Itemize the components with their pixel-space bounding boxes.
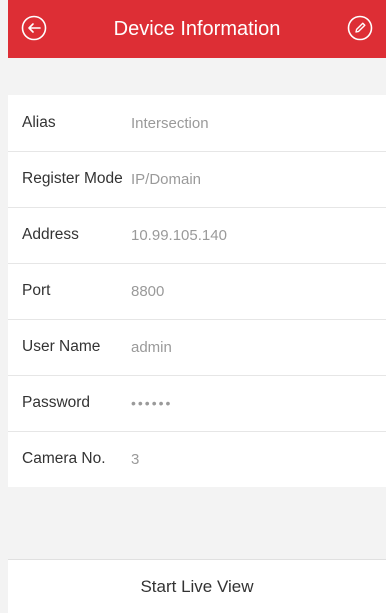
field-row-camera-no[interactable]: Camera No. 3: [8, 431, 386, 487]
field-label: User Name: [22, 338, 101, 355]
start-live-view-label: Start Live View: [140, 576, 254, 596]
field-value: 10.99.105.140: [131, 226, 227, 244]
field-label: Port: [22, 282, 51, 299]
field-label: Camera No.: [22, 450, 106, 467]
device-info-list: Alias Intersection Register Mode IP/Doma…: [8, 95, 386, 487]
field-label: Address: [22, 226, 79, 243]
field-row-register-mode[interactable]: Register Mode IP/Domain: [8, 151, 386, 207]
field-label: Password: [22, 394, 91, 411]
page-title: Device Information: [113, 17, 281, 40]
start-live-view-button[interactable]: Start Live View: [8, 559, 386, 613]
field-row-alias[interactable]: Alias Intersection: [8, 95, 386, 151]
field-value: 3: [131, 450, 140, 468]
field-row-address[interactable]: Address 10.99.105.140: [8, 207, 386, 263]
field-row-port[interactable]: Port 8800: [8, 263, 386, 319]
field-label: Register Mode: [22, 170, 123, 187]
edit-button[interactable]: [346, 14, 374, 42]
screen: Device Information Alias Intersection Re…: [8, 0, 386, 613]
field-row-user-name[interactable]: User Name admin: [8, 319, 386, 375]
app-bar: Device Information: [8, 0, 386, 58]
field-value: Intersection: [131, 114, 209, 132]
spacer: [8, 487, 386, 559]
field-label: Alias: [22, 114, 56, 131]
field-value: admin: [131, 338, 172, 356]
field-row-password[interactable]: Password ••••••: [8, 375, 386, 431]
password-value: ••••••: [131, 395, 173, 411]
pencil-circle-icon: [347, 15, 373, 41]
field-value: 8800: [131, 282, 165, 300]
field-value: IP/Domain: [131, 170, 202, 188]
